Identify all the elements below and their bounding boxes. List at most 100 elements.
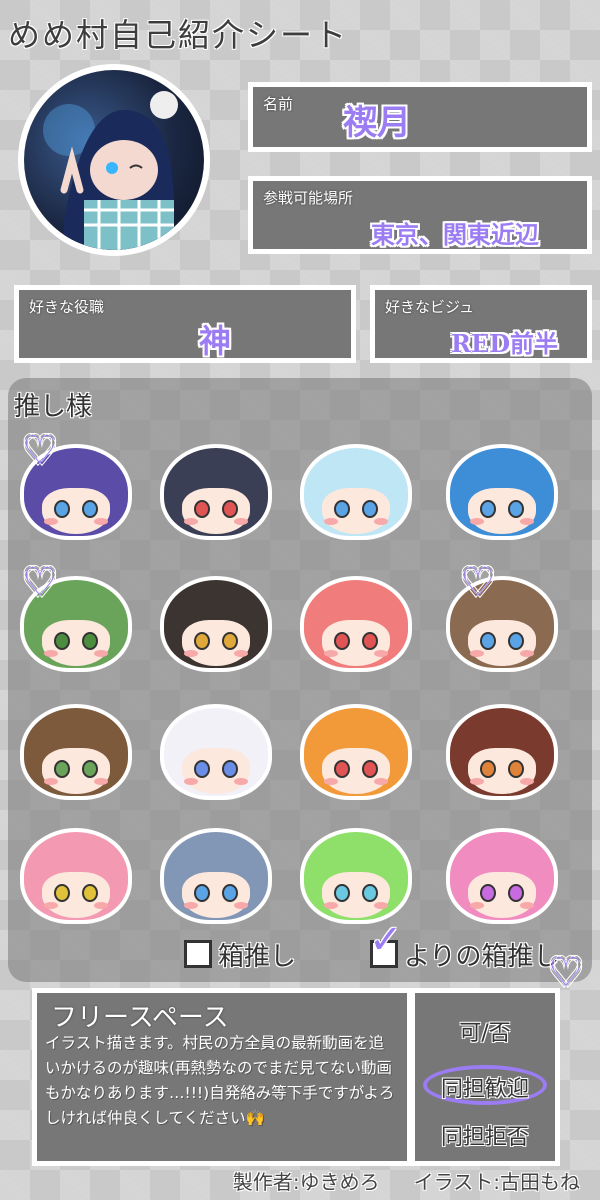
face-eye (480, 632, 496, 650)
face-blush (184, 778, 198, 785)
face-blush (470, 902, 484, 909)
face-blush (374, 518, 388, 525)
face-skin (42, 748, 110, 794)
face-skin (468, 620, 536, 666)
face-eye (362, 884, 378, 902)
face-eye (334, 632, 350, 650)
face-skin (42, 488, 110, 534)
face-skin (182, 620, 250, 666)
face-skin (42, 872, 110, 918)
check-icon: ✓ (369, 917, 403, 963)
heart-icon: ♡ (22, 428, 58, 474)
area-box: 参戦可能場所 東京、関東近辺 (248, 176, 592, 254)
face-blush (470, 518, 484, 525)
face-blush (94, 650, 108, 657)
face-blush (184, 518, 198, 525)
face-skin (468, 872, 536, 918)
face-eye (222, 884, 238, 902)
face-skin (468, 748, 536, 794)
face-blush (94, 902, 108, 909)
yori-checkbox[interactable]: ✓ (369, 917, 403, 968)
face-skin (322, 620, 390, 666)
oshi-face (154, 828, 278, 932)
face-eye (480, 500, 496, 518)
face-eye (54, 632, 70, 650)
free-space-text: イラスト描きます。村民の方全員の最新動画を追いかけるのが趣味(再熱勢なのでまだ見… (45, 1034, 395, 1127)
face-blush (184, 650, 198, 657)
face-skin (322, 872, 390, 918)
oshi-face (440, 576, 564, 680)
avatar-character (43, 91, 178, 250)
face-eye (222, 500, 238, 518)
face-skin (322, 748, 390, 794)
oshi-face (14, 828, 138, 932)
face-skin (182, 872, 250, 918)
face-blush (94, 518, 108, 525)
face-eye (222, 632, 238, 650)
face-eye (508, 884, 524, 902)
face-blush (324, 650, 338, 657)
face-blush (470, 778, 484, 785)
face-blush (374, 778, 388, 785)
face-blush (44, 902, 58, 909)
name-value: 禊月 (343, 103, 411, 143)
face-blush (94, 778, 108, 785)
face-eye (508, 760, 524, 778)
face-blush (520, 778, 534, 785)
face-blush (520, 518, 534, 525)
face-eye (362, 760, 378, 778)
footer-maker: 製作者:ゆきめろ (232, 1170, 380, 1194)
role-box: 好きな役職 神 (14, 285, 356, 363)
heart-icon: ♡ (460, 560, 496, 606)
face-eye (194, 760, 210, 778)
oshi-face (440, 704, 564, 808)
avatar (18, 64, 210, 256)
video-box: 好きなビジュ RED前半 (370, 285, 592, 363)
oshi-face (154, 444, 278, 548)
face-skin (42, 620, 110, 666)
face-eye (82, 884, 98, 902)
yori-label: よりの箱推し (404, 942, 560, 972)
video-label: 好きなビジュ (385, 298, 474, 316)
face-blush (374, 902, 388, 909)
face-blush (44, 650, 58, 657)
face-eye (362, 632, 378, 650)
oshi-face (154, 704, 278, 808)
hako-label: 箱推し (218, 942, 297, 972)
face-eye (334, 500, 350, 518)
face-eye (82, 632, 98, 650)
face-blush (184, 902, 198, 909)
role-label: 好きな役職 (29, 298, 105, 316)
hako-checkbox[interactable] (184, 940, 212, 968)
face-blush (324, 902, 338, 909)
face-eye (194, 632, 210, 650)
footer: 製作者:ゆきめろ イラスト:古田もね (0, 1166, 600, 1195)
face-eye (194, 500, 210, 518)
avatar-illustration (24, 70, 204, 250)
oshi-face (294, 704, 418, 808)
face-eye (508, 632, 524, 650)
face-eye (194, 884, 210, 902)
face-eye (334, 760, 350, 778)
free-space-box: フリースペース イラスト描きます。村民の方全員の最新動画を追いかけるのが趣味(再… (32, 988, 412, 1166)
sheet-title: めめ村自己紹介シート (8, 16, 349, 54)
face-skin (468, 488, 536, 534)
face-blush (234, 778, 248, 785)
option-yori[interactable]: ✓ よりの箱推し (369, 917, 560, 973)
name-label: 名前 (263, 95, 294, 113)
face-eye (82, 760, 98, 778)
face-blush (374, 650, 388, 657)
role-value: 神 (199, 322, 232, 360)
doutan-box: 可/否 同担歓迎 同担拒否 (410, 988, 560, 1166)
face-eye (508, 500, 524, 518)
face-blush (234, 902, 248, 909)
doutan-option-2: 同担歓迎 (440, 1077, 529, 1102)
free-space-title: フリースペース (51, 1003, 229, 1033)
option-hako[interactable]: 箱推し (184, 936, 296, 973)
face-eye (54, 884, 70, 902)
face-blush (44, 518, 58, 525)
face-eye (334, 884, 350, 902)
heart-icon: ♡ (22, 560, 58, 606)
face-skin (182, 748, 250, 794)
oshi-face (440, 828, 564, 932)
